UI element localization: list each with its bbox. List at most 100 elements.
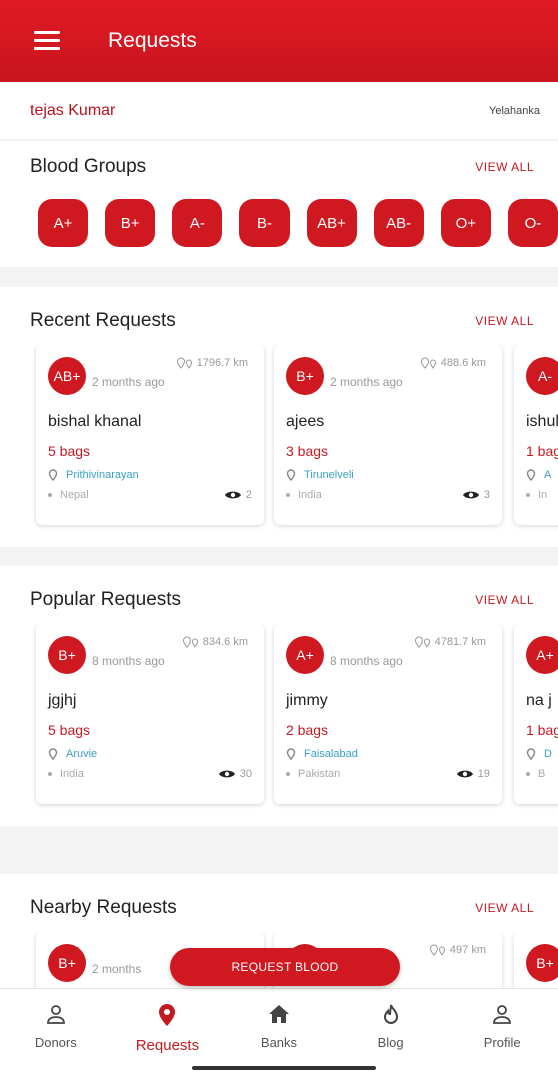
requester-name: na j <box>526 692 552 709</box>
request-time: 8 months ago <box>330 654 403 668</box>
menu-icon[interactable] <box>34 31 60 51</box>
bags-count: 1 bag <box>526 722 558 738</box>
blood-group-chip[interactable]: O+ <box>440 199 491 247</box>
request-time: 8 months ago <box>92 654 165 668</box>
request-card[interactable]: AB+ 2 months ago 1796.7 km bishal khanal… <box>36 345 264 525</box>
section-title: Nearby Requests <box>30 897 177 918</box>
blood-group-chip[interactable]: B+ <box>105 199 156 247</box>
country-name: In <box>538 489 548 501</box>
request-time: 2 months <box>92 962 142 976</box>
nav-item-profile[interactable]: Profile <box>446 989 558 1072</box>
request-time: 2 months ago <box>330 375 403 389</box>
distance-text: 1796.7 km <box>196 357 248 369</box>
view-all-popular-link[interactable]: VIEW ALL <box>475 593 534 607</box>
request-card[interactable]: B+ <box>514 932 558 994</box>
dot-icon <box>48 772 52 776</box>
request-card[interactable]: A- ishul 1 bag A In <box>514 345 558 525</box>
request-time: 2 months ago <box>92 375 165 389</box>
blood-group-badge: A+ <box>286 636 324 674</box>
blood-group-chip[interactable]: O- <box>507 199 558 247</box>
blood-group-chip[interactable]: A+ <box>38 199 89 247</box>
distance-text: 834.6 km <box>202 636 248 648</box>
dot-icon <box>286 772 290 776</box>
nav-item-donors[interactable]: Donors <box>0 989 112 1072</box>
bottom-navigation: Donors Requests Banks Blog Profile <box>0 988 558 1072</box>
home-indicator[interactable] <box>192 1066 376 1070</box>
request-blood-button[interactable]: REQUEST BLOOD <box>170 948 400 986</box>
country-name: B <box>538 768 546 780</box>
home-icon <box>268 1005 289 1023</box>
eye-icon <box>456 770 473 778</box>
blood-group-badge: B+ <box>526 944 558 982</box>
fire-icon <box>383 1004 398 1024</box>
bags-count: 5 bags <box>48 722 91 738</box>
location-pin-icon <box>159 1004 176 1026</box>
bags-count: 5 bags <box>48 443 91 459</box>
blood-group-badge: A- <box>526 357 558 395</box>
eye-icon <box>462 491 479 499</box>
place-name: Tirunelveli <box>304 469 354 481</box>
nav-label: Blog <box>377 1035 404 1050</box>
request-card[interactable]: A+ 8 months ago 4781.7 km jimmy 2 bags F… <box>274 624 502 804</box>
nav-label: Banks <box>260 1035 298 1050</box>
user-row: tejas Kumar Yelahanka <box>0 82 558 140</box>
views-count: 19 <box>477 768 490 780</box>
user-location[interactable]: Yelahanka <box>489 105 540 117</box>
section-title: Recent Requests <box>30 310 176 331</box>
location-pin-icon <box>48 469 58 481</box>
requester-name: bishal khanal <box>48 413 142 430</box>
bags-count: 2 bags <box>286 722 329 738</box>
nav-label: Profile <box>483 1035 521 1050</box>
bags-count: 1 bag <box>526 443 558 459</box>
user-name[interactable]: tejas Kumar <box>30 102 115 120</box>
requester-name: ishul <box>526 413 558 430</box>
view-all-nearby-link[interactable]: VIEW ALL <box>475 901 534 915</box>
section-title: Popular Requests <box>30 589 182 610</box>
place-name: Aruvie <box>66 748 98 760</box>
page-title: Requests <box>108 29 197 52</box>
request-card[interactable]: B+ 8 months ago 834.6 km jgjhj 5 bags Ar… <box>36 624 264 804</box>
blood-group-badge: B+ <box>48 944 86 982</box>
views-count: 3 <box>483 489 490 501</box>
place-name: D <box>544 748 552 760</box>
dot-icon <box>48 493 52 497</box>
bags-count: 3 bags <box>286 443 329 459</box>
request-card[interactable]: B+ 2 months ago 488.6 km ajees 3 bags Ti… <box>274 345 502 525</box>
eye-icon <box>224 491 241 499</box>
blood-group-chip[interactable]: A- <box>172 199 223 247</box>
blood-group-chip[interactable]: AB+ <box>306 199 357 247</box>
location-pin-icon <box>526 469 536 481</box>
nav-item-requests[interactable]: Requests <box>112 989 224 1072</box>
nav-item-blog[interactable]: Blog <box>335 989 447 1072</box>
country-name: India <box>298 489 322 501</box>
nav-label: Donors <box>34 1035 77 1050</box>
country-name: Pakistan <box>298 768 341 780</box>
view-all-recent-link[interactable]: VIEW ALL <box>475 314 534 328</box>
dot-icon <box>526 493 530 497</box>
distance-text: 497 km <box>449 944 486 956</box>
blood-group-badge: B+ <box>286 357 324 395</box>
person-icon <box>493 1005 512 1024</box>
place-name: Faisalabad <box>304 748 358 760</box>
requester-name: jgjhj <box>48 692 77 709</box>
location-pin-icon <box>286 748 296 760</box>
blood-group-chip[interactable]: AB- <box>373 199 424 247</box>
request-card[interactable]: A+ na j 1 bag D B <box>514 624 558 804</box>
distance-pin-icon <box>414 636 430 648</box>
dot-icon <box>286 493 290 497</box>
view-all-blood-groups-link[interactable]: VIEW ALL <box>475 160 534 174</box>
dot-icon <box>526 772 530 776</box>
blood-group-chip[interactable]: B- <box>239 199 290 247</box>
views-count: 30 <box>239 768 252 780</box>
requester-name: jimmy <box>286 692 328 709</box>
nav-item-banks[interactable]: Banks <box>223 989 335 1072</box>
distance-pin-icon <box>176 357 192 369</box>
country-name: India <box>60 768 84 780</box>
eye-icon <box>218 770 235 778</box>
distance-pin-icon <box>420 357 436 369</box>
popular-requests-section: Popular Requests VIEW ALL B+ 8 months ag… <box>0 566 558 826</box>
blood-group-badge: B+ <box>48 636 86 674</box>
distance-text: 4781.7 km <box>434 636 486 648</box>
place-name: Prithivinarayan <box>66 469 139 481</box>
distance-pin-icon <box>429 944 445 956</box>
